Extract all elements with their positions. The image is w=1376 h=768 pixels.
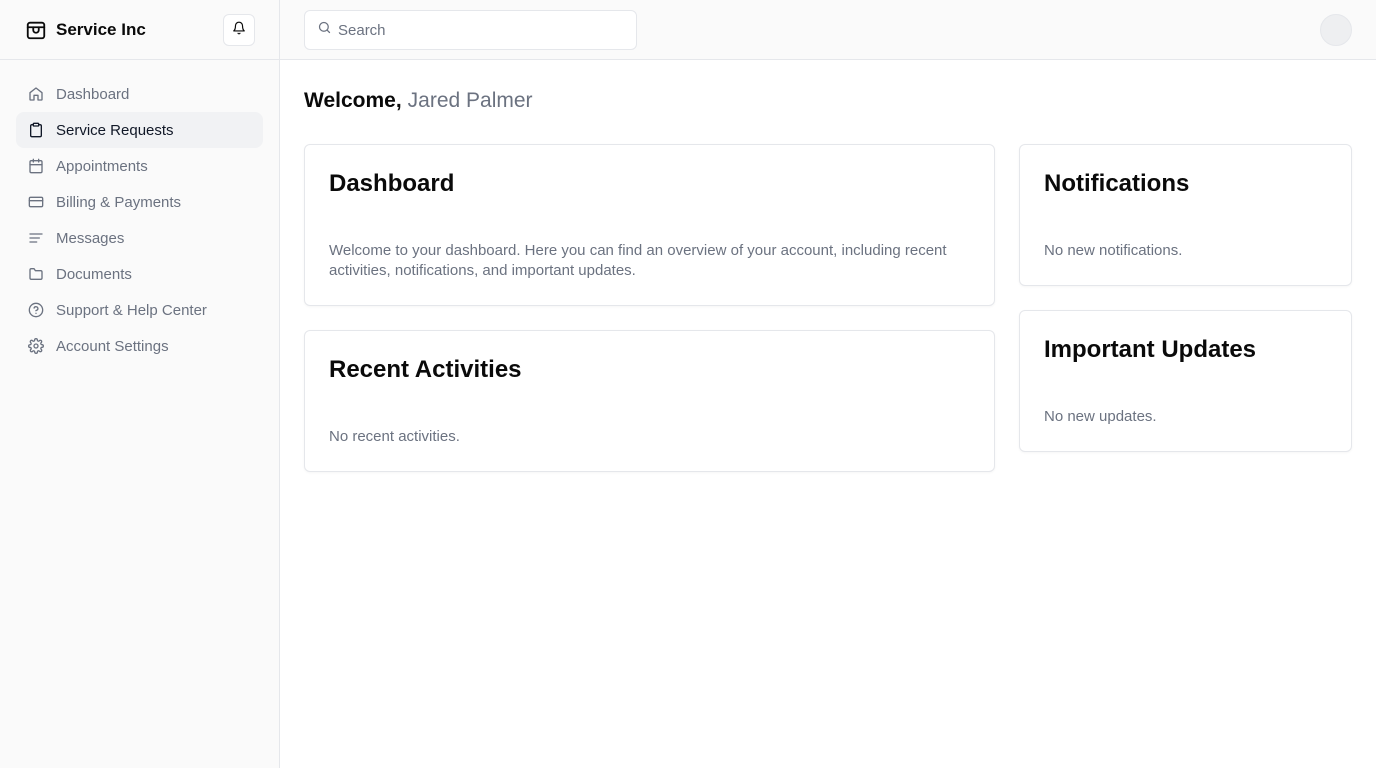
search-icon	[317, 20, 332, 40]
sidebar-item-dashboard[interactable]: Dashboard	[16, 76, 263, 112]
gear-icon	[28, 338, 44, 354]
card-title: Recent Activities	[329, 356, 522, 383]
card-title: Notifications	[1044, 170, 1190, 197]
sidebar-item-service-requests[interactable]: Service Requests	[16, 112, 263, 148]
sidebar-item-label: Appointments	[56, 157, 148, 175]
card-body: Welcome to your dashboard. Here you can …	[329, 242, 947, 279]
notifications-button[interactable]	[223, 14, 255, 46]
welcome-label: Welcome,	[304, 89, 402, 112]
sidebar-item-label: Documents	[56, 265, 132, 283]
sidebar-item-label: Messages	[56, 229, 125, 247]
sidebar-item-documents[interactable]: Documents	[16, 256, 263, 292]
sidebar-item-label: Service Requests	[56, 121, 174, 139]
store-icon[interactable]	[24, 18, 48, 42]
card-title: Important Updates	[1044, 336, 1257, 363]
sidebar-nav: Dashboard Service Requests Appointments	[0, 60, 279, 380]
card-title: Dashboard	[329, 170, 455, 197]
sidebar-item-support[interactable]: Support & Help Center	[16, 292, 263, 328]
clipboard-icon	[28, 122, 44, 138]
help-circle-icon	[28, 302, 44, 318]
search-box[interactable]	[304, 10, 637, 50]
important-updates-card: Important Updates No new updates.	[1019, 310, 1352, 452]
bell-icon	[232, 21, 246, 40]
brand-name[interactable]: Service Inc	[56, 20, 146, 40]
sidebar-item-label: Dashboard	[56, 85, 130, 103]
credit-card-icon	[28, 194, 44, 210]
text-lines-icon	[28, 230, 44, 246]
sidebar-item-billing[interactable]: Billing & Payments	[16, 184, 263, 220]
card-body: No new notifications.	[1044, 242, 1183, 259]
sidebar-item-label: Account Settings	[56, 337, 169, 355]
sidebar-item-label: Support & Help Center	[56, 301, 207, 319]
home-icon	[28, 86, 44, 102]
sidebar-item-label: Billing & Payments	[56, 193, 182, 211]
folder-icon	[28, 266, 44, 282]
topbar	[280, 0, 1376, 60]
search-input[interactable]	[338, 21, 618, 39]
welcome-heading: Welcome, Jared Palmer	[304, 86, 1352, 116]
main-content: Welcome, Jared Palmer Dashboard Welcome …	[280, 60, 1376, 768]
recent-activities-card: Recent Activities No recent activities.	[304, 330, 995, 472]
calendar-icon	[28, 158, 44, 174]
sidebar-item-account-settings[interactable]: Account Settings	[16, 328, 263, 364]
sidebar-item-messages[interactable]: Messages	[16, 220, 263, 256]
card-body: No recent activities.	[329, 428, 460, 445]
card-body: No new updates.	[1044, 408, 1157, 425]
user-name: Jared Palmer	[407, 89, 533, 112]
sidebar: Service Inc Dashboard Service Requests A…	[0, 0, 280, 768]
sidebar-item-appointments[interactable]: Appointments	[16, 148, 263, 184]
dashboard-card: Dashboard Welcome to your dashboard. Her…	[304, 144, 995, 306]
avatar[interactable]	[1320, 14, 1352, 46]
brand-row: Service Inc	[0, 0, 279, 60]
notifications-card: Notifications No new notifications.	[1019, 144, 1352, 286]
